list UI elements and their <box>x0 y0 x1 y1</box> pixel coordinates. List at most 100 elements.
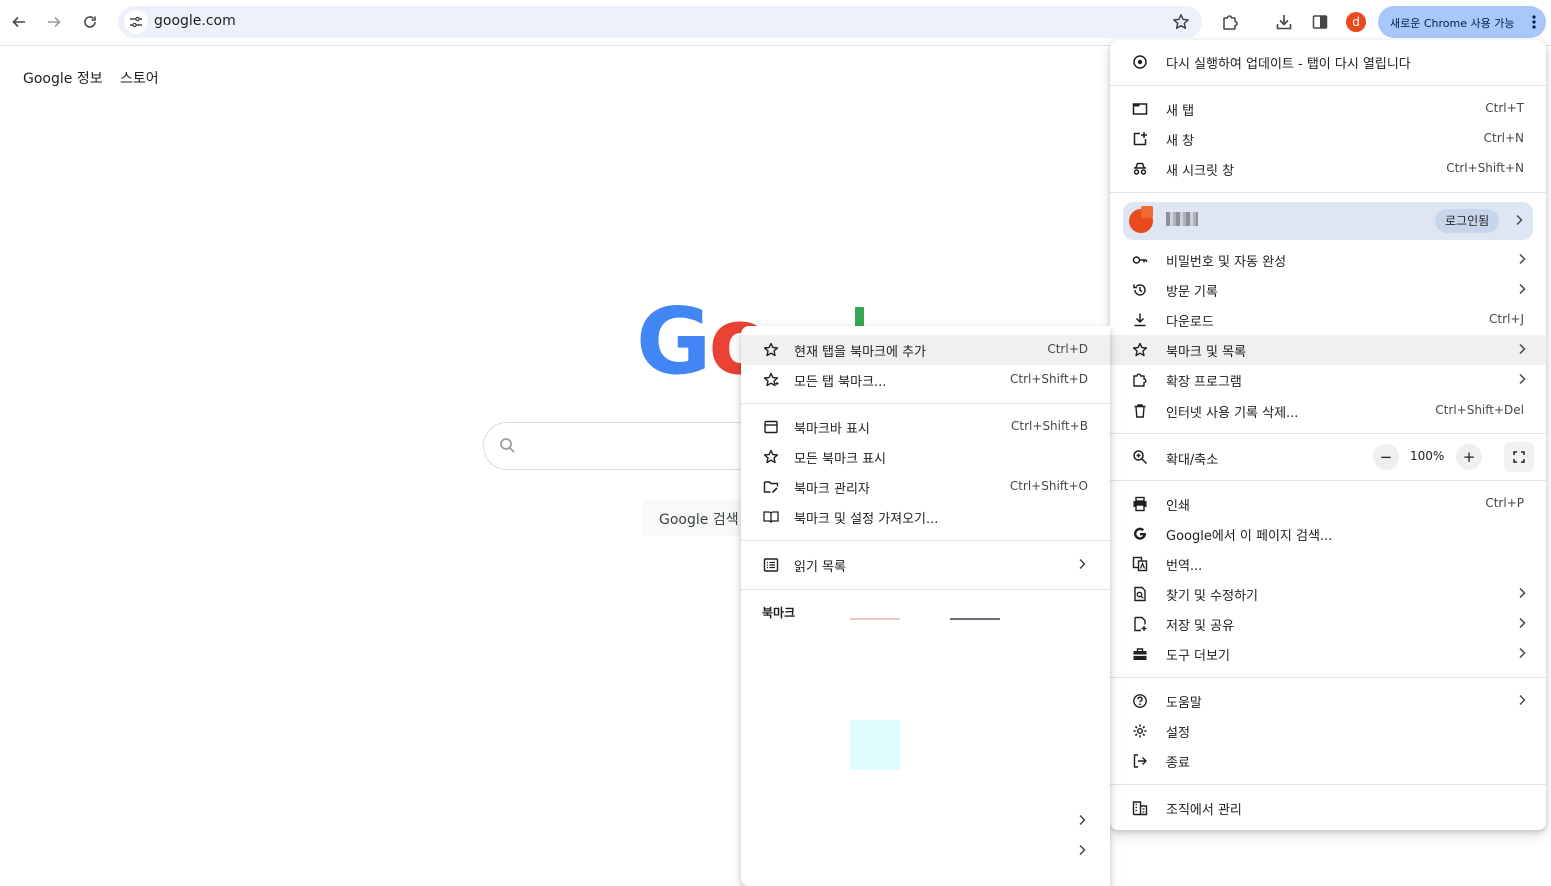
zoom-in-button[interactable]: + <box>1456 444 1482 470</box>
menu-item-bookmark-manager[interactable]: 북마크 관리자 Ctrl+Shift+O <box>741 472 1110 502</box>
reload-button[interactable] <box>74 6 106 38</box>
menu-item-bookmark-all-tabs[interactable]: 모든 탭 북마크... Ctrl+Shift+D <box>741 365 1110 395</box>
star-icon <box>1132 342 1148 357</box>
profile-avatar[interactable]: d <box>1346 12 1366 32</box>
bookmark-folder-item[interactable] <box>741 836 1110 866</box>
menu-item-label: 읽기 목록 <box>794 560 846 575</box>
side-panel-button[interactable] <box>1304 6 1336 38</box>
chevron-right-icon <box>1519 343 1526 355</box>
menu-separator <box>741 589 1110 590</box>
chevron-right-icon <box>1079 844 1086 856</box>
chevron-right-icon <box>1519 253 1526 265</box>
site-info-button[interactable] <box>124 10 148 34</box>
redacted-bookmark-strip <box>850 618 900 620</box>
zoom-level: 100% <box>1410 449 1445 463</box>
chevron-right-icon <box>1079 558 1086 570</box>
menu-item-label: 모든 탭 북마크... <box>794 375 887 390</box>
profile-name-redacted <box>1166 212 1198 226</box>
kebab-menu-icon <box>1532 14 1536 30</box>
key-icon <box>1132 256 1148 264</box>
menu-item-translate[interactable]: 번역... <box>1110 549 1546 579</box>
menu-item-label: 북마크바 표시 <box>794 422 870 437</box>
menu-item-label: 비밀번호 및 자동 완성 <box>1166 255 1287 270</box>
menu-item-label: 새 탭 <box>1166 104 1195 119</box>
menu-item-label: 북마크 관리자 <box>794 482 870 497</box>
forward-button[interactable] <box>38 6 70 38</box>
menu-item-find-and-edit[interactable]: 찾기 및 수정하기 <box>1110 579 1546 609</box>
menu-item-exit[interactable]: 종료 <box>1110 746 1546 776</box>
bookmarks-submenu: 현재 탭을 북마크에 추가 Ctrl+D 모든 탭 북마크... Ctrl+Sh… <box>741 326 1110 886</box>
menu-item-passwords[interactable]: 비밀번호 및 자동 완성 <box>1110 245 1546 275</box>
url-text[interactable]: google.com <box>154 13 236 29</box>
menu-separator <box>1110 192 1546 193</box>
menu-item-bookmarks-and-lists[interactable]: 북마크 및 목록 <box>1110 335 1546 365</box>
profile-menu-item[interactable]: 로그인됨 <box>1123 202 1533 240</box>
menu-item-search-page-with-google[interactable]: Google에서 이 페이지 검색... <box>1110 519 1546 549</box>
folder-edit-icon <box>763 481 779 494</box>
star-multiple-icon <box>763 372 779 387</box>
menu-item-label: 저장 및 공유 <box>1166 619 1235 634</box>
menu-item-settings[interactable]: 설정 <box>1110 716 1546 746</box>
menu-item-reading-list[interactable]: 읽기 목록 <box>741 550 1110 580</box>
zoom-out-button[interactable]: − <box>1373 444 1399 470</box>
menu-item-history[interactable]: 방문 기록 <box>1110 275 1546 305</box>
fullscreen-button[interactable] <box>1504 442 1534 472</box>
menu-item-save-and-share[interactable]: 저장 및 공유 <box>1110 609 1546 639</box>
fullscreen-icon <box>1513 451 1525 463</box>
chevron-right-icon <box>1519 694 1526 706</box>
menu-item-extensions[interactable]: 확장 프로그램 <box>1110 365 1546 395</box>
bookmark-folder-item[interactable] <box>741 806 1110 836</box>
menu-item-clear-browsing-data[interactable]: 인터넷 사용 기록 삭제... Ctrl+Shift+Del <box>1110 396 1546 426</box>
menu-item-help[interactable]: 도움말 <box>1110 686 1546 716</box>
download-icon <box>1276 15 1292 30</box>
tune-icon <box>130 16 142 28</box>
menu-item-label: 종료 <box>1166 756 1190 771</box>
menu-separator <box>1110 433 1546 434</box>
shortcut-text: Ctrl+T <box>1485 101 1524 115</box>
extensions-button[interactable] <box>1214 6 1246 38</box>
signed-in-badge: 로그인됨 <box>1435 209 1500 233</box>
google-logo-l-fragment <box>855 307 864 327</box>
menu-item-label: 다운로드 <box>1166 315 1214 330</box>
update-chrome-button[interactable]: 새로운 Chrome 사용 가능 <box>1378 6 1546 38</box>
menu-item-new-tab[interactable]: 새 탭 Ctrl+T <box>1110 94 1546 124</box>
chrome-main-menu: 다시 실행하여 업데이트 - 탭이 다시 열립니다 새 탭 Ctrl+T 새 창… <box>1110 40 1546 830</box>
shortcut-text: Ctrl+Shift+N <box>1446 161 1524 175</box>
menu-item-import-bookmarks[interactable]: 북마크 및 설정 가져오기... <box>741 502 1110 532</box>
zoom-icon <box>1133 450 1148 465</box>
bookmark-star-button[interactable] <box>1172 13 1190 31</box>
menu-item-relaunch-update[interactable]: 다시 실행하여 업데이트 - 탭이 다시 열립니다 <box>1110 47 1546 77</box>
store-link[interactable]: 스토어 <box>120 68 159 88</box>
star-icon <box>1173 14 1189 30</box>
printer-icon <box>1133 496 1147 512</box>
google-search-button-label: Google 검색 <box>659 512 739 528</box>
menu-item-managed-by-organization[interactable]: 조직에서 관리 <box>1110 793 1546 823</box>
menu-item-label: 번역... <box>1166 559 1203 574</box>
chevron-right-icon <box>1519 647 1526 659</box>
menu-item-label: 확대/축소 <box>1166 453 1219 468</box>
back-button[interactable] <box>3 6 35 38</box>
about-google-link[interactable]: Google 정보 <box>23 68 103 88</box>
shortcut-text: Ctrl+J <box>1489 312 1524 326</box>
menu-item-show-bookmarks-bar[interactable]: 북마크바 표시 Ctrl+Shift+B <box>741 412 1110 442</box>
translate-icon <box>1132 556 1148 572</box>
shortcut-text: Ctrl+Shift+O <box>1009 479 1088 493</box>
menu-item-new-window[interactable]: 새 창 Ctrl+N <box>1110 124 1546 154</box>
downloads-button[interactable] <box>1268 6 1300 38</box>
menu-item-incognito[interactable]: 새 시크릿 창 Ctrl+Shift+N <box>1110 154 1546 184</box>
puzzle-icon <box>1223 15 1238 30</box>
menu-item-print[interactable]: 인쇄 Ctrl+P <box>1110 489 1546 519</box>
chevron-right-icon <box>1519 373 1526 385</box>
menu-item-more-tools[interactable]: 도구 더보기 <box>1110 639 1546 669</box>
menu-separator <box>741 540 1110 541</box>
chevron-right-icon <box>1516 214 1523 226</box>
menu-item-downloads[interactable]: 다운로드 Ctrl+J <box>1110 305 1546 335</box>
menu-item-bookmark-current-tab[interactable]: 현재 탭을 북마크에 추가 Ctrl+D <box>741 335 1110 365</box>
address-bar[interactable]: google.com <box>118 6 1202 38</box>
shortcut-text: Ctrl+Shift+D <box>1010 372 1088 386</box>
menu-item-show-all-bookmarks[interactable]: 모든 북마크 표시 <box>741 442 1110 472</box>
book-open-icon <box>763 511 779 523</box>
menu-item-label: 다시 실행하여 업데이트 - 탭이 다시 열립니다 <box>1166 57 1411 72</box>
update-circle-icon <box>1133 55 1147 69</box>
forward-arrow-icon <box>48 16 61 28</box>
